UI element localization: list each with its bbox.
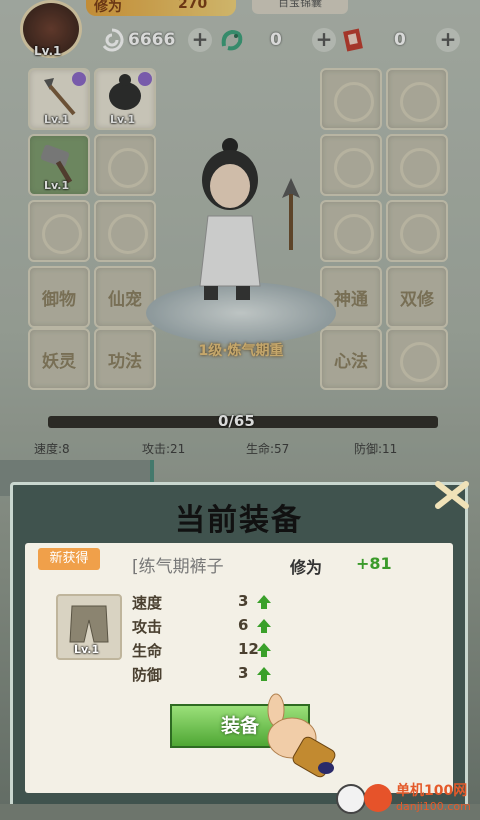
- increase-arrow-icon: [257, 643, 271, 657]
- row-speed-label: 速度: [132, 594, 163, 612]
- increase-arrow-icon: [257, 619, 271, 633]
- watermark-logo-icon: [364, 784, 392, 812]
- watermark-url: danji100.com: [396, 800, 471, 813]
- item-level: Lv.1: [74, 643, 100, 656]
- new-item-badge: 新获得: [38, 548, 100, 570]
- row-defense-label: 防御: [132, 666, 163, 684]
- row-attack-value: 6: [238, 616, 249, 634]
- row-speed-value: 3: [238, 592, 249, 610]
- increase-arrow-icon: [257, 595, 271, 609]
- watermark-title: 单机100网: [396, 783, 468, 799]
- increase-arrow-icon: [257, 667, 271, 681]
- item-name: [练气期裤子: [132, 557, 224, 577]
- cultivation-gain-label: 修为: [290, 558, 323, 577]
- close-icon[interactable]: [434, 480, 470, 510]
- cultivation-gain-value: +81: [356, 554, 392, 573]
- row-hp-label: 生命: [132, 642, 163, 660]
- row-defense-value: 3: [238, 664, 249, 682]
- watermark-plus-icon: [336, 784, 366, 814]
- pointer-hand-icon: [267, 693, 336, 778]
- modal-title: 当前装备: [175, 503, 303, 538]
- row-attack-label: 攻击: [132, 618, 163, 636]
- item-thumbnail[interactable]: Lv.1: [56, 594, 122, 660]
